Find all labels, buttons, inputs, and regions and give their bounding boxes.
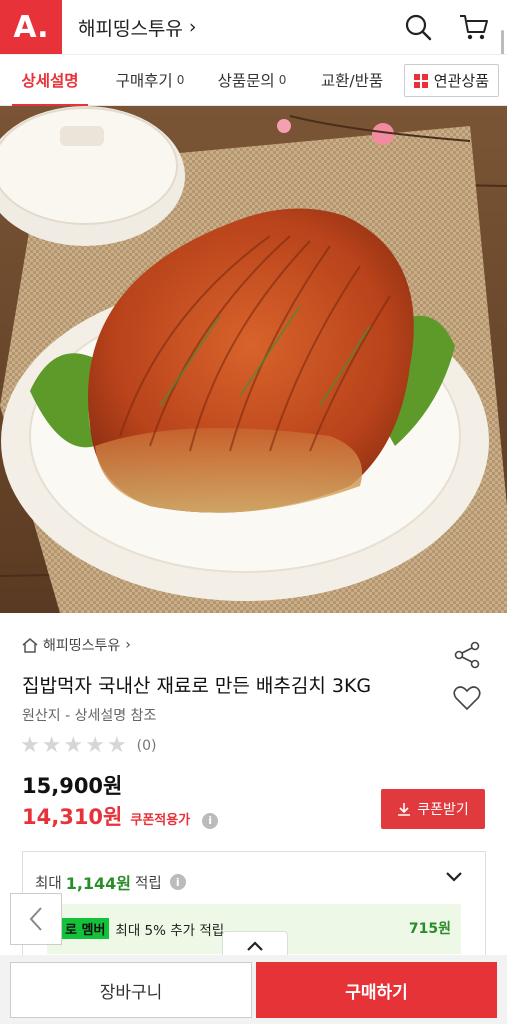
sale-price: 14,310원 bbox=[22, 805, 123, 829]
heart-icon[interactable] bbox=[453, 685, 481, 715]
origin-text: 원산지 - 상세설명 참조 bbox=[22, 708, 157, 724]
coupon-button-label: 쿠폰받기 bbox=[417, 802, 469, 818]
star-icon: ★ bbox=[20, 733, 40, 758]
tab-related-products[interactable]: 연관상품 bbox=[403, 64, 499, 97]
original-price: 15,900원 bbox=[22, 774, 123, 798]
tab-reviews[interactable]: 구매후기 0 bbox=[100, 54, 200, 106]
points-suffix: 적립 bbox=[135, 875, 162, 892]
tab-label: 교환/반품 bbox=[320, 72, 384, 90]
points-amount: 1,144원 bbox=[65, 874, 132, 893]
chevron-left-icon bbox=[29, 907, 42, 931]
related-label: 연관상품 bbox=[433, 72, 489, 90]
chevron-right-icon: › bbox=[188, 16, 197, 38]
coupon-price-note: 쿠폰적용가 bbox=[130, 813, 191, 828]
store-breadcrumb[interactable]: 해피띵스투유 › bbox=[22, 635, 131, 655]
chevron-up-icon bbox=[247, 940, 263, 951]
cart-icon[interactable] bbox=[459, 12, 489, 42]
member-text: 최대 5% 추가 적립 bbox=[115, 922, 225, 939]
get-coupon-button[interactable]: 쿠폰받기 bbox=[381, 789, 485, 829]
bottom-action-bar: 장바구니 구매하기 bbox=[0, 955, 507, 1024]
search-icon[interactable] bbox=[403, 12, 433, 42]
buy-now-button[interactable]: 구매하기 bbox=[256, 962, 497, 1018]
star-icon: ★ bbox=[85, 733, 105, 758]
detail-tabs: 상세설명 구매후기 0 상품문의 0 교환/반품 연관상품 bbox=[0, 54, 507, 107]
tab-detail[interactable]: 상세설명 bbox=[0, 54, 100, 107]
app-logo[interactable]: A. bbox=[0, 0, 62, 54]
tab-exchange-return[interactable]: 교환/반품 bbox=[304, 54, 400, 106]
tab-qna[interactable]: 상품문의 0 bbox=[200, 54, 304, 106]
tab-label: 구매후기 bbox=[115, 72, 173, 90]
top-header: A. 해피띵스투유 › bbox=[0, 0, 507, 74]
sale-price-row: 14,310원 쿠폰적용가 i bbox=[22, 801, 219, 831]
star-icon: ★ bbox=[106, 733, 127, 758]
grid-icon bbox=[413, 73, 428, 88]
tab-count: 0 bbox=[278, 73, 287, 87]
add-to-cart-button[interactable]: 장바구니 bbox=[10, 962, 252, 1018]
points-prefix: 최대 bbox=[35, 875, 62, 892]
star-rating: ★ ★ ★ ★ ★ (0) bbox=[20, 733, 157, 758]
rating-count: (0) bbox=[136, 737, 157, 754]
tab-label: 상품문의 bbox=[217, 72, 275, 90]
store-title-link[interactable]: 해피띵스투유 › bbox=[78, 14, 197, 41]
star-icon: ★ bbox=[63, 733, 84, 758]
home-icon bbox=[22, 637, 38, 653]
chevron-down-icon[interactable] bbox=[445, 868, 463, 887]
download-icon bbox=[398, 803, 411, 816]
star-icon: ★ bbox=[41, 733, 62, 758]
info-icon[interactable]: i bbox=[169, 874, 186, 890]
share-icon[interactable] bbox=[453, 641, 481, 673]
member-points-amount: 715원 bbox=[408, 921, 451, 937]
tab-count: 0 bbox=[176, 73, 185, 87]
chevron-right-icon: › bbox=[125, 637, 131, 653]
info-icon[interactable]: i bbox=[202, 812, 219, 829]
max-points-row: 최대 1,144원 적립 i bbox=[35, 870, 186, 894]
product-image[interactable] bbox=[0, 106, 507, 613]
member-badge: 로 멤버 bbox=[61, 918, 110, 939]
store-crumb-label: 해피띵스투유 bbox=[43, 638, 121, 654]
back-button[interactable] bbox=[10, 893, 62, 945]
product-title: 집밥먹자 국내산 재료로 만든 배추김치 3KG bbox=[22, 675, 372, 697]
store-name: 해피띵스투유 bbox=[78, 17, 183, 40]
tab-label: 상세설명 bbox=[21, 72, 79, 90]
